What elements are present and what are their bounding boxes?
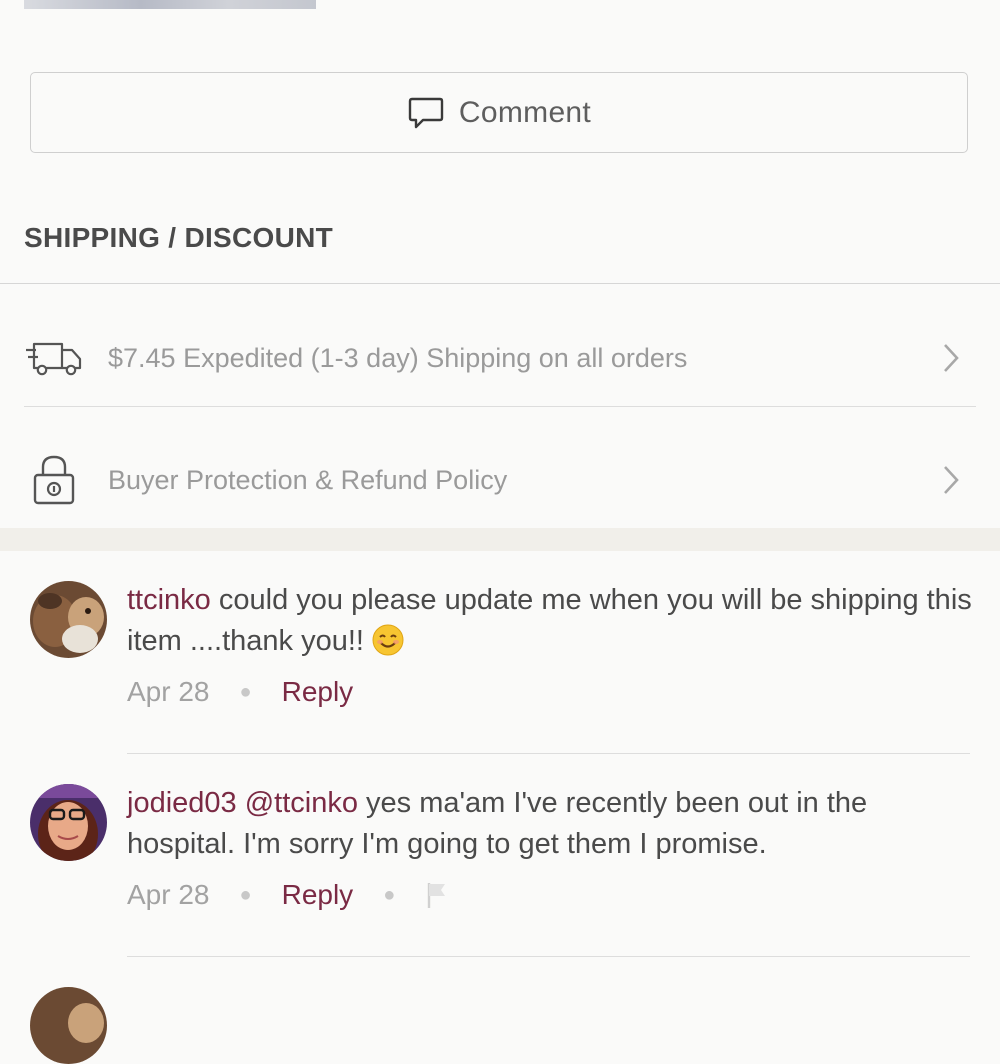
smiling-face-emoji: [372, 624, 404, 656]
shipping-row[interactable]: $7.45 Expedited (1-3 day) Shipping on al…: [24, 298, 976, 418]
lock-icon: [24, 450, 84, 510]
separator-dot: ●: [239, 680, 252, 703]
reply-button[interactable]: Reply: [282, 879, 354, 911]
comment-text: ttcinko could you please update me when …: [127, 580, 977, 662]
divider: [0, 283, 1000, 284]
comment-body: could you please update me when you will…: [127, 584, 972, 657]
section-title-shipping: SHIPPING / DISCOUNT: [24, 222, 334, 253]
comment-mention[interactable]: @ttcinko: [245, 787, 358, 819]
reply-button[interactable]: Reply: [282, 676, 354, 708]
comment-username[interactable]: jodied03: [127, 787, 237, 819]
speech-bubble-icon: [407, 94, 445, 132]
avatar[interactable]: [30, 987, 107, 1064]
avatar[interactable]: [30, 581, 107, 658]
divider: [127, 753, 970, 754]
flag-icon[interactable]: [425, 880, 449, 910]
shipping-row-label: $7.45 Expedited (1-3 day) Shipping on al…: [108, 342, 688, 373]
divider: [24, 406, 976, 407]
truck-icon: [24, 328, 84, 388]
separator-dot: ●: [239, 883, 252, 906]
buyer-protection-row[interactable]: Buyer Protection & Refund Policy: [24, 420, 976, 540]
comment-meta: Apr 28 ● Reply: [127, 676, 353, 708]
comment-username[interactable]: ttcinko: [127, 584, 211, 616]
comment-body: yes ma'am I've recently been out in the …: [127, 787, 868, 860]
comment-button[interactable]: Comment: [30, 72, 968, 153]
comment-date: Apr 28: [127, 879, 210, 910]
listing-image-bottom-edge: [24, 0, 316, 9]
comment-meta: Apr 28 ● Reply ●: [127, 879, 449, 911]
chevron-right-icon: [936, 343, 966, 373]
separator-dot: ●: [383, 883, 396, 906]
divider: [127, 956, 970, 957]
buyer-protection-label: Buyer Protection & Refund Policy: [108, 464, 508, 495]
comment-date: Apr 28: [127, 676, 210, 707]
comment-button-label: Comment: [458, 95, 592, 129]
avatar[interactable]: [30, 784, 107, 861]
comment-text: jodied03 @ttcinko yes ma'am I've recentl…: [127, 783, 977, 865]
chevron-right-icon: [936, 465, 966, 495]
section-separator: [0, 528, 1000, 551]
